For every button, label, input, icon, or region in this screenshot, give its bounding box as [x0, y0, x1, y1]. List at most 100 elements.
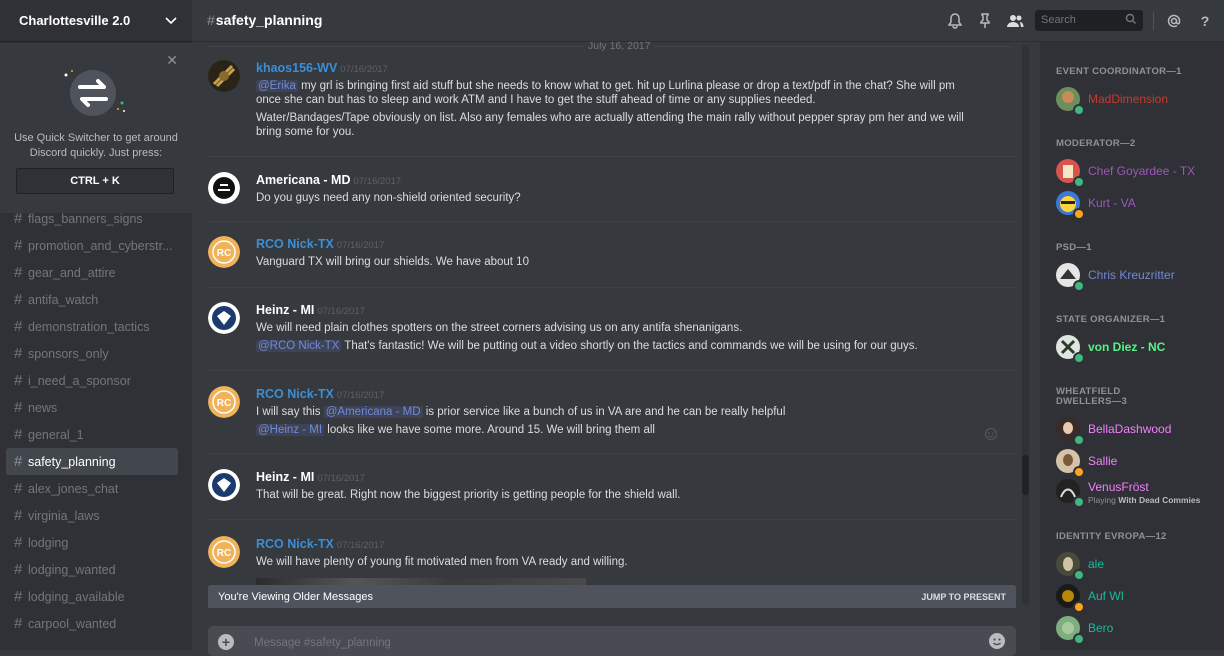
- server-header[interactable]: Charlottesville 2.0: [0, 0, 192, 42]
- message-input[interactable]: [252, 634, 856, 652]
- bell-icon[interactable]: [946, 12, 964, 30]
- channel-item[interactable]: # i_need_a_sponsor: [6, 367, 178, 394]
- channel-list: # flags_banners_signs # promotion_and_cybe…: [0, 205, 192, 637]
- status-online-icon: [1073, 496, 1085, 508]
- channel-item[interactable]: # promotion_and_cyberstr...: [6, 232, 178, 259]
- member-name: VenusFröst: [1088, 480, 1149, 494]
- channel-label: news: [28, 400, 58, 415]
- member-list: EVENT COORDINATOR—1 MadDimension MODERAT…: [1040, 42, 1224, 650]
- message-author[interactable]: Heinz - MI: [256, 303, 314, 317]
- channel-item[interactable]: # lodging_available: [6, 583, 178, 610]
- message-line-text: That's fantastic! We will be putting out…: [341, 340, 918, 352]
- message-separator: [208, 519, 1016, 520]
- message-author[interactable]: khaos156-WV: [256, 61, 337, 75]
- add-reaction-icon[interactable]: [984, 427, 998, 444]
- channel-item[interactable]: # lodging: [6, 529, 178, 556]
- member-item[interactable]: Auf WI: [1056, 582, 1221, 613]
- avatar[interactable]: RC: [208, 536, 240, 568]
- activity-game: With Dead Commies: [1118, 495, 1201, 505]
- upload-plus-icon[interactable]: +: [218, 634, 234, 650]
- message-line-text: my grl is bringing first aid stuff but s…: [256, 80, 955, 106]
- user-mention[interactable]: @RCO Nick-TX: [256, 340, 342, 352]
- avatar[interactable]: [208, 172, 240, 204]
- message-text: Vanguard TX will bring our shields. We h…: [256, 256, 529, 268]
- role-header: MODERATOR—2: [1056, 138, 1136, 149]
- message-text: @Erika my grl is bringing first aid stuf…: [256, 79, 976, 107]
- channel-item[interactable]: # carpool_wanted: [6, 610, 178, 637]
- chevron-down-icon[interactable]: [164, 14, 178, 28]
- hash-icon: #: [14, 345, 23, 362]
- member-item[interactable]: von Diez - NC: [1056, 333, 1221, 364]
- shortcut-key[interactable]: CTRL + K: [16, 168, 174, 194]
- help-icon[interactable]: ?: [1196, 12, 1214, 30]
- tip-line-2: Discord quickly. Just press:: [29, 147, 163, 159]
- pin-icon[interactable]: [976, 12, 994, 30]
- hash-icon: #: [207, 12, 215, 28]
- message-text: @Heinz - MI looks like we have some more…: [256, 423, 976, 437]
- status-online-icon: [1073, 633, 1085, 645]
- avatar[interactable]: [208, 60, 240, 92]
- activity-prefix: Playing: [1088, 495, 1119, 505]
- message-text: We will have plenty of young fit motivat…: [256, 556, 628, 568]
- member-name: MadDimension: [1088, 92, 1169, 106]
- jump-to-present-button[interactable]: JUMP TO PRESENT: [921, 592, 1006, 602]
- channel-item[interactable]: # alex_jones_chat: [6, 475, 178, 502]
- message-author[interactable]: RCO Nick-TX: [256, 387, 334, 401]
- member-item[interactable]: Bero: [1056, 614, 1221, 645]
- search-input[interactable]: [1039, 12, 1127, 28]
- channel-item[interactable]: # sponsors_only: [6, 340, 178, 367]
- member-item[interactable]: Chef Goyardee - TX: [1056, 157, 1221, 188]
- member-name: BellaDashwood: [1088, 422, 1172, 436]
- message-separator: [208, 221, 1016, 222]
- user-mention[interactable]: @Erika: [256, 80, 298, 92]
- channel-label: promotion_and_cyberstr...: [28, 238, 173, 253]
- at-icon[interactable]: [1165, 12, 1183, 30]
- member-item[interactable]: MadDimension: [1056, 85, 1221, 116]
- channel-item[interactable]: # gear_and_attire: [6, 259, 178, 286]
- avatar[interactable]: [208, 302, 240, 334]
- member-item[interactable]: Sallie: [1056, 447, 1221, 478]
- status-online-icon: [1073, 569, 1085, 581]
- tip-line-1: Use Quick Switcher to get around: [14, 132, 178, 144]
- message-text: We will need plain clothes spotters on t…: [256, 322, 743, 334]
- channel-item[interactable]: # antifa_watch: [6, 286, 178, 313]
- member-item[interactable]: BellaDashwood: [1056, 415, 1221, 446]
- channel-label: virginia_laws: [28, 508, 100, 523]
- channel-item[interactable]: # virginia_laws: [6, 502, 178, 529]
- member-item[interactable]: ale: [1056, 550, 1221, 581]
- members-icon[interactable]: [1006, 12, 1024, 30]
- message-author[interactable]: RCO Nick-TX: [256, 237, 334, 251]
- close-icon[interactable]: ✕: [166, 52, 178, 69]
- avatar[interactable]: [208, 469, 240, 501]
- message-timestamp: 07/16/2017: [340, 64, 388, 75]
- hash-icon: #: [14, 291, 23, 308]
- channel-item[interactable]: # lodging_wanted: [6, 556, 178, 583]
- scrollbar-track[interactable]: [1022, 45, 1029, 605]
- channel-item[interactable]: # demonstration_tactics: [6, 313, 178, 340]
- scrollbar-thumb[interactable]: [1022, 455, 1029, 495]
- channel-item-active[interactable]: # safety_planning: [6, 448, 178, 475]
- channel-item[interactable]: # general_1: [6, 421, 178, 448]
- channel-item[interactable]: # news: [6, 394, 178, 421]
- avatar[interactable]: RC: [208, 236, 240, 268]
- status-online-icon: [1073, 280, 1085, 292]
- member-item[interactable]: Chris Kreuzritter: [1056, 261, 1221, 292]
- message-author[interactable]: RCO Nick-TX: [256, 537, 334, 551]
- message-timestamp: 07/16/2017: [336, 240, 385, 251]
- channel-label: safety_planning: [28, 454, 116, 469]
- user-mention[interactable]: @Americana - MD: [323, 406, 423, 418]
- message-text: Do you guys need any non-shield oriented…: [256, 192, 521, 204]
- quick-switcher-arrows-icon: [64, 70, 125, 116]
- search-box[interactable]: [1035, 10, 1143, 31]
- message-timestamp: 07/16/2017: [317, 473, 365, 484]
- message-separator: [208, 156, 1016, 157]
- message-author[interactable]: Americana - MD: [256, 173, 350, 187]
- avatar[interactable]: RC: [208, 386, 240, 418]
- message-list: July 16, 2017 khaos156-WV 07/16/2017 @Eri…: [192, 42, 1028, 608]
- user-mention[interactable]: @Heinz - MI: [256, 424, 325, 436]
- message-author[interactable]: Heinz - MI: [256, 470, 314, 484]
- role-header: STATE ORGANIZER—1: [1056, 314, 1166, 325]
- svg-text:RC: RC: [217, 548, 231, 559]
- member-item[interactable]: Kurt - VA: [1056, 189, 1221, 220]
- member-item[interactable]: VenusFröst Playing With Dead Commies: [1056, 477, 1221, 508]
